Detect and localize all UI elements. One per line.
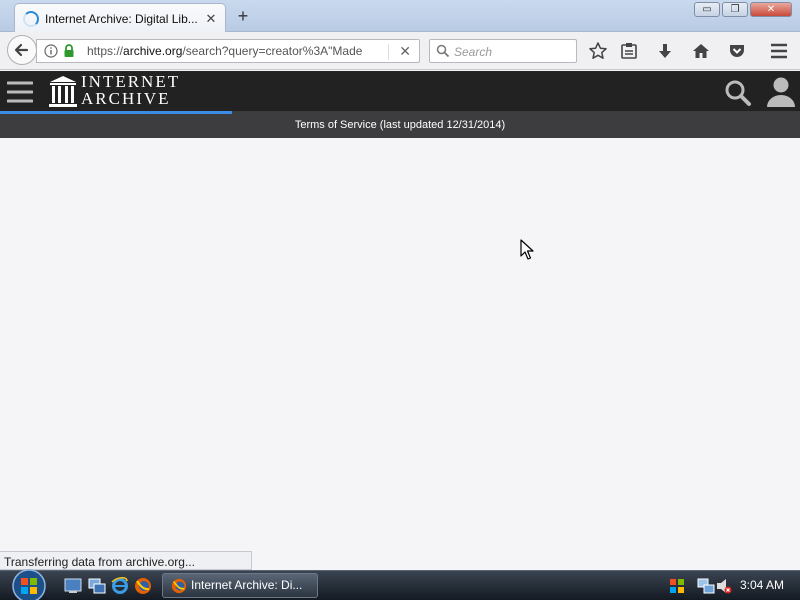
- network-icon[interactable]: [697, 577, 715, 595]
- tab-internet-archive[interactable]: Internet Archive: Digital Lib... ✕: [14, 3, 226, 33]
- tab-strip: Internet Archive: Digital Lib... ✕ + ▭ ❐…: [0, 0, 800, 33]
- user-account-icon[interactable]: [766, 76, 796, 108]
- window-controls: ▭ ❐ ✕: [692, 2, 792, 17]
- archive-building-logo-icon[interactable]: [49, 75, 77, 108]
- navigation-toolbar: https://archive.org/search?query=creator…: [0, 32, 800, 70]
- start-button-icon[interactable]: [8, 567, 50, 600]
- ia-header: INTERNET ARCHIVE: [0, 71, 800, 112]
- reading-list-icon[interactable]: [619, 41, 639, 61]
- stop-loading-icon[interactable]: ✕: [399, 43, 411, 60]
- system-clock[interactable]: 3:04 AM: [740, 578, 784, 592]
- windows-taskbar: Internet Archive: Di... 3:04 AM: [0, 567, 800, 600]
- show-desktop-icon[interactable]: [64, 578, 82, 594]
- tos-link[interactable]: Terms of Service (last updated 12/31/201…: [295, 119, 505, 131]
- page-content: [0, 138, 800, 570]
- url-text[interactable]: https://archive.org/search?query=creator…: [87, 44, 362, 58]
- back-arrow-icon: [14, 43, 29, 57]
- search-icon: [436, 44, 450, 58]
- home-icon[interactable]: [691, 41, 711, 61]
- volume-muted-icon[interactable]: [716, 577, 732, 595]
- downloads-icon[interactable]: [655, 41, 675, 61]
- minimize-button[interactable]: ▭: [694, 2, 720, 17]
- back-button[interactable]: [7, 35, 37, 65]
- tab-close-icon[interactable]: ✕: [203, 11, 219, 27]
- menu-icon[interactable]: [769, 41, 789, 61]
- loading-spinner-icon: [23, 10, 39, 27]
- bookmark-star-icon[interactable]: [588, 41, 608, 61]
- search-placeholder: Search: [454, 45, 493, 59]
- url-divider: [388, 44, 389, 60]
- ia-logo-text[interactable]: INTERNET ARCHIVE: [81, 73, 180, 107]
- secure-lock-icon[interactable]: [63, 44, 75, 58]
- taskbar-firefox-window[interactable]: Internet Archive: Di...: [162, 573, 318, 598]
- tab-title: Internet Archive: Digital Lib...: [45, 11, 198, 26]
- logo-line-1: INTERNET: [81, 72, 181, 91]
- mouse-pointer-icon: [520, 239, 534, 260]
- pocket-icon[interactable]: [727, 41, 747, 61]
- url-bar[interactable]: https://archive.org/search?query=creator…: [36, 39, 420, 63]
- info-icon[interactable]: [44, 44, 58, 58]
- firefox-quicklaunch-icon[interactable]: [134, 577, 152, 595]
- taskbar-window-label: Internet Archive: Di...: [191, 578, 303, 592]
- search-input[interactable]: Search: [429, 39, 577, 63]
- restore-button[interactable]: ❐: [722, 2, 748, 17]
- terms-of-service-banner: Terms of Service (last updated 12/31/201…: [0, 114, 800, 138]
- switch-windows-icon[interactable]: [88, 578, 106, 594]
- internet-explorer-icon[interactable]: [111, 577, 129, 595]
- firefox-icon: [171, 578, 187, 594]
- logo-line-2: ARCHIVE: [81, 89, 171, 108]
- new-tab-button[interactable]: +: [233, 6, 253, 26]
- close-window-button[interactable]: ✕: [750, 2, 792, 17]
- tray-windows-flag-icon[interactable]: [668, 577, 686, 595]
- site-search-icon[interactable]: [724, 79, 752, 107]
- hamburger-menu-icon[interactable]: [7, 81, 33, 103]
